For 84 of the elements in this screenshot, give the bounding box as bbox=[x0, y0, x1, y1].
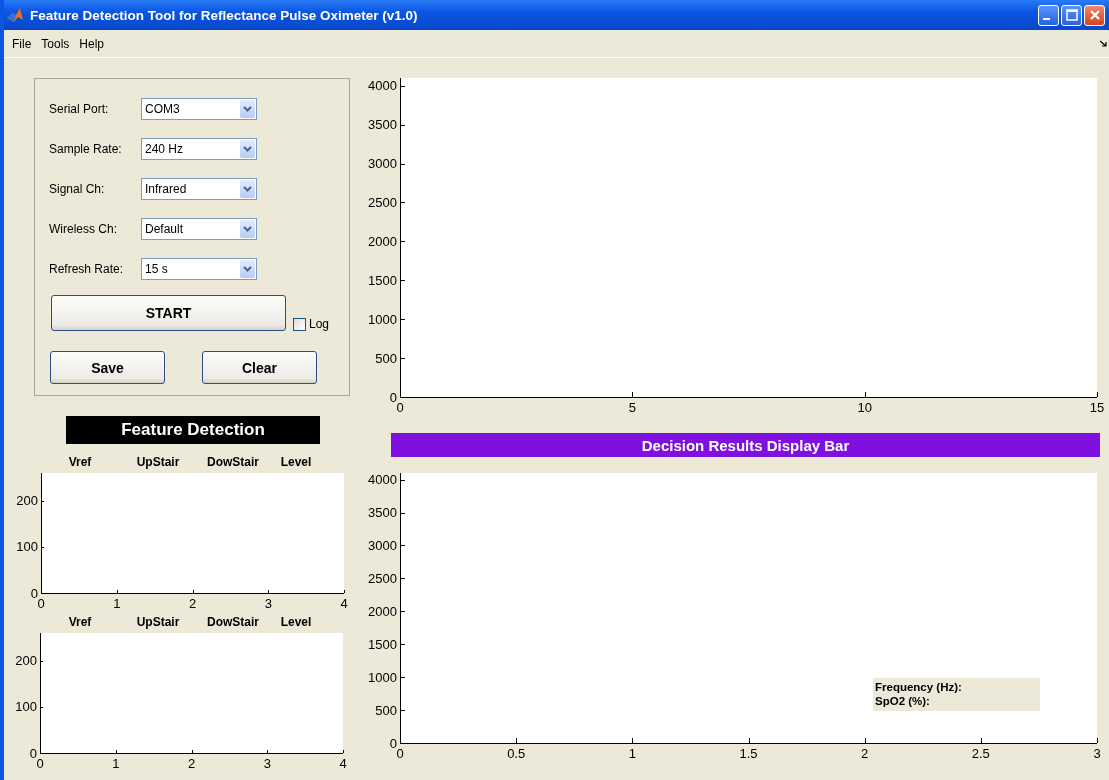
column-header: Vref bbox=[68, 455, 92, 469]
column-header: Vref bbox=[68, 615, 92, 629]
start-button[interactable]: START bbox=[51, 295, 286, 331]
minimize-button[interactable] bbox=[1038, 4, 1059, 26]
field-label: Signal Ch: bbox=[49, 182, 106, 196]
checkbox-label: Log bbox=[309, 317, 330, 331]
tick-label: 2 bbox=[188, 596, 197, 611]
tick-label: 1 bbox=[628, 746, 636, 761]
dropdown[interactable]: Default bbox=[141, 218, 257, 240]
clear-button[interactable]: Clear bbox=[202, 351, 317, 384]
tick-label: 3 bbox=[264, 596, 272, 611]
tick-label: 200 bbox=[15, 653, 37, 669]
column-header: UpStair bbox=[136, 455, 180, 469]
tick-label: 1.5 bbox=[739, 746, 758, 761]
maximize-icon bbox=[1065, 9, 1078, 21]
tick-label: 2500 bbox=[368, 570, 397, 586]
save-button[interactable]: Save bbox=[50, 351, 165, 384]
tick-label: 0.5 bbox=[507, 746, 526, 761]
readout-label: Frequency (Hz): bbox=[875, 680, 963, 694]
tick-label: 1000 bbox=[368, 311, 397, 327]
tick-label: 15 bbox=[1089, 400, 1105, 415]
tick-label: 4000 bbox=[368, 78, 397, 94]
field-label: Serial Port: bbox=[49, 102, 110, 116]
menu-item[interactable]: Help bbox=[74, 36, 110, 51]
column-header: DowStair bbox=[207, 455, 259, 469]
tick-label: 200 bbox=[16, 493, 38, 509]
column-header: Level bbox=[280, 455, 312, 469]
tick-label: 1500 bbox=[368, 636, 397, 652]
tick-label: 500 bbox=[375, 350, 397, 366]
column-header: UpStair bbox=[136, 615, 180, 629]
tick-label: 2 bbox=[187, 756, 196, 771]
menu-item[interactable]: Tools bbox=[36, 36, 75, 51]
tick-label: 3500 bbox=[368, 117, 397, 133]
field-label: Sample Rate: bbox=[49, 142, 123, 156]
column-header: Level bbox=[280, 615, 312, 629]
dropdown[interactable]: Infrared bbox=[141, 178, 257, 200]
dropdown[interactable]: COM3 bbox=[141, 98, 257, 120]
tick-label: 3000 bbox=[368, 538, 397, 553]
dropdown[interactable]: 240 Hz bbox=[141, 138, 257, 160]
tick-label: 0 bbox=[30, 585, 38, 601]
tick-label: 3 bbox=[1093, 746, 1101, 761]
tick-label: 10 bbox=[857, 400, 872, 415]
tick-label: 1 bbox=[113, 596, 121, 611]
tick-label: 2 bbox=[861, 746, 869, 761]
dock-icon[interactable] bbox=[1100, 40, 1108, 47]
field-label: Refresh Rate: bbox=[49, 262, 125, 276]
tick-label: 0 bbox=[29, 745, 37, 761]
decision-results-bar: Decision Results Display Bar bbox=[391, 433, 1100, 457]
tick-label: 500 bbox=[375, 702, 397, 718]
tick-label: 0 bbox=[396, 746, 404, 761]
tick-label: 3500 bbox=[368, 505, 397, 521]
menu-item[interactable]: File bbox=[4, 36, 37, 51]
tick-label: 3000 bbox=[368, 156, 397, 172]
tick-label: 100 bbox=[15, 699, 37, 715]
tick-label: 2500 bbox=[368, 195, 397, 211]
window-title: Feature Detection Tool for Reflectance Pulse Oximeter (v1.0) bbox=[30, 7, 419, 23]
tick-label: 5 bbox=[628, 400, 636, 415]
tick-label: 4 bbox=[339, 756, 347, 771]
tick-label: 0 bbox=[396, 400, 404, 415]
tick-label: 1 bbox=[112, 756, 120, 771]
tick-label: 2000 bbox=[368, 233, 397, 249]
tick-label: 100 bbox=[16, 539, 38, 555]
field-label: Wireless Ch: bbox=[49, 222, 118, 236]
close-icon bbox=[1088, 9, 1101, 21]
app-icon bbox=[6, 6, 24, 24]
readout-label: SpO2 (%): bbox=[875, 694, 931, 708]
tick-label: 4000 bbox=[368, 472, 397, 488]
tick-label: 3 bbox=[263, 756, 271, 771]
maximize-button[interactable] bbox=[1061, 4, 1082, 26]
tick-label: 4 bbox=[340, 596, 348, 611]
tick-label: 2000 bbox=[368, 603, 397, 619]
tick-label: 2.5 bbox=[971, 746, 990, 761]
close-button[interactable] bbox=[1084, 4, 1105, 26]
log-checkbox[interactable] bbox=[293, 317, 306, 331]
minimize-icon bbox=[1043, 18, 1050, 20]
tick-label: 0 bbox=[389, 735, 397, 751]
tick-label: 0 bbox=[37, 596, 45, 611]
tick-label: 1500 bbox=[368, 272, 397, 288]
tick-label: 0 bbox=[389, 389, 397, 405]
column-header: DowStair bbox=[207, 615, 259, 629]
tick-label: 1000 bbox=[368, 669, 397, 685]
dropdown[interactable]: 15 s bbox=[141, 258, 257, 280]
section-title: Feature Detection bbox=[66, 416, 320, 444]
tick-label: 0 bbox=[36, 756, 44, 771]
